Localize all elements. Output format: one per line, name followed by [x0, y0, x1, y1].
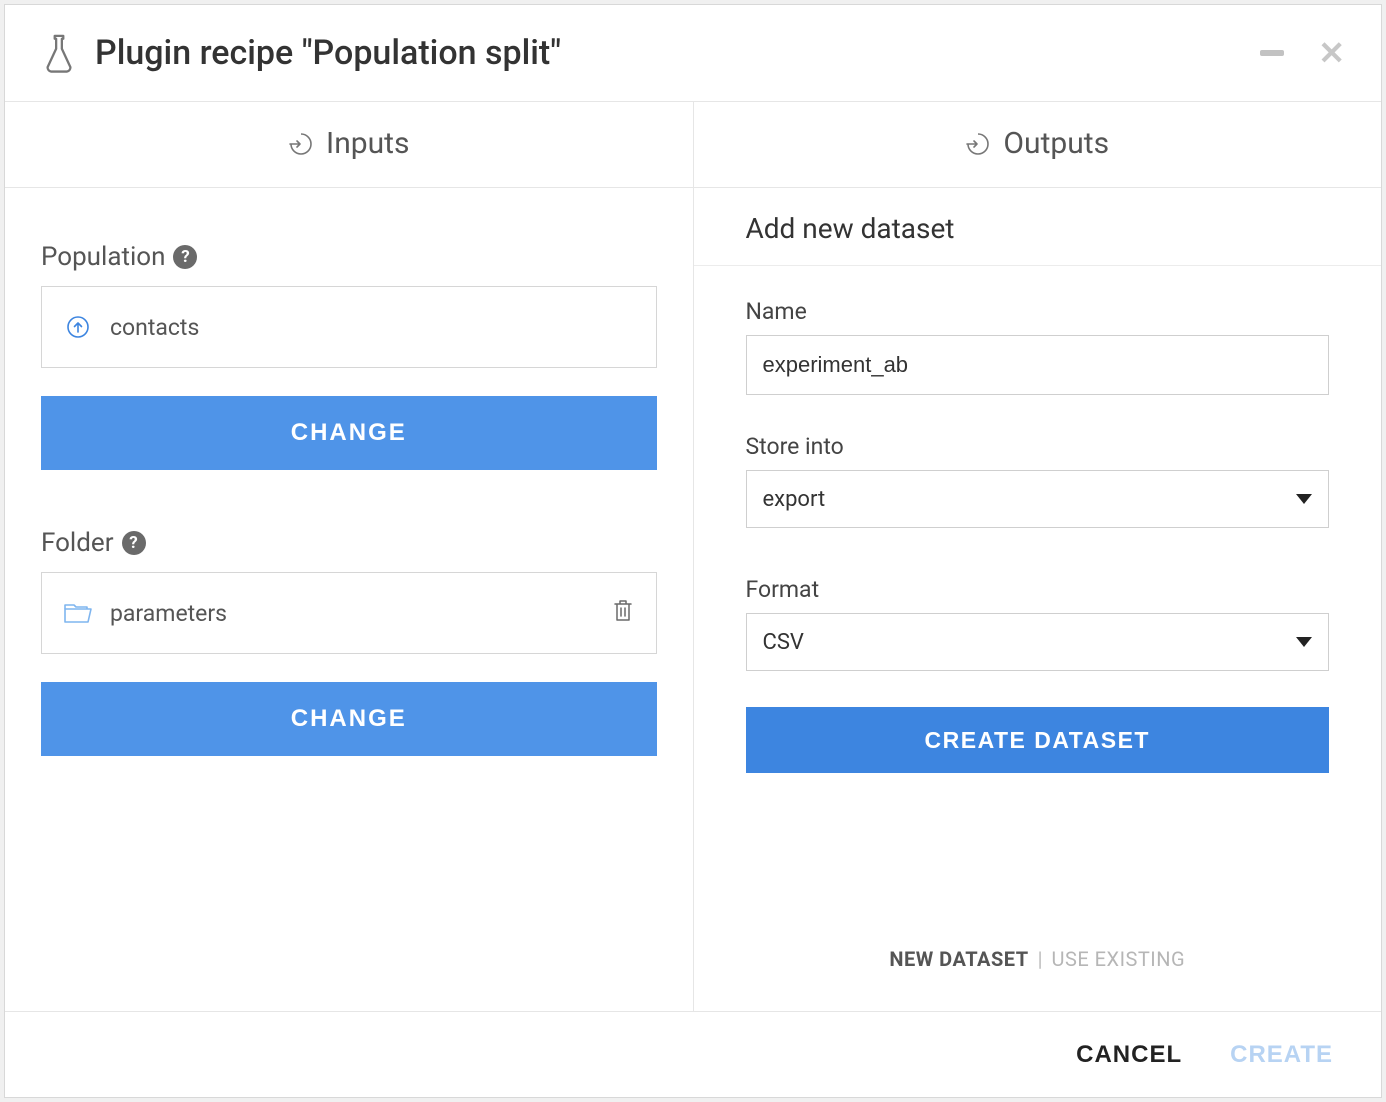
- inputs-arrow-icon: [288, 131, 314, 157]
- population-field-label: Population ?: [41, 242, 657, 272]
- name-input[interactable]: [746, 335, 1330, 395]
- cancel-button[interactable]: CANCEL: [1076, 1041, 1182, 1069]
- outputs-column-header: Outputs: [694, 102, 1382, 188]
- store-into-value: export: [763, 487, 826, 512]
- trash-icon[interactable]: [612, 598, 634, 628]
- create-button[interactable]: CREATE: [1230, 1041, 1333, 1069]
- format-value: CSV: [763, 630, 804, 655]
- outputs-subtitle: Add new dataset: [694, 188, 1382, 266]
- recipe-modal: Plugin recipe "Population split" ✕ Input…: [4, 4, 1382, 1098]
- flask-icon: [41, 33, 77, 73]
- format-select[interactable]: CSV: [746, 613, 1330, 671]
- output-mode-toggle: NEW DATASET | USE EXISTING: [694, 947, 1382, 1011]
- folder-group: Folder ? parameters: [41, 528, 657, 756]
- format-label: Format: [746, 576, 1330, 603]
- inputs-column-header: Inputs: [5, 102, 693, 188]
- population-change-button[interactable]: CHANGE: [41, 396, 657, 470]
- window-controls: ✕: [1260, 37, 1345, 69]
- minimize-button[interactable]: [1260, 50, 1284, 56]
- help-icon[interactable]: ?: [173, 245, 197, 269]
- inputs-label: Inputs: [326, 126, 409, 161]
- outputs-column: Outputs Add new dataset Name Store into …: [694, 102, 1382, 1011]
- folder-label-text: Folder: [41, 528, 114, 558]
- folder-picker[interactable]: parameters: [41, 572, 657, 654]
- create-dataset-button[interactable]: CREATE DATASET: [746, 707, 1330, 773]
- outputs-form: Name Store into export Format: [694, 266, 1382, 783]
- chevron-down-icon: [1296, 494, 1312, 504]
- new-dataset-toggle[interactable]: NEW DATASET: [889, 947, 1028, 971]
- columns-area: Inputs Population ?: [5, 102, 1381, 1011]
- population-label-text: Population: [41, 242, 165, 272]
- folder-value: parameters: [110, 600, 594, 627]
- modal-title: Plugin recipe "Population split": [95, 33, 1260, 73]
- name-label: Name: [746, 298, 1330, 325]
- chevron-down-icon: [1296, 637, 1312, 647]
- population-value: contacts: [110, 314, 634, 341]
- toggle-separator: |: [1038, 947, 1043, 971]
- close-button[interactable]: ✕: [1318, 37, 1345, 69]
- population-group: Population ? contacts CHANGE: [41, 242, 657, 470]
- use-existing-toggle[interactable]: USE EXISTING: [1051, 947, 1185, 971]
- folder-icon: [64, 602, 92, 624]
- help-icon[interactable]: ?: [122, 531, 146, 555]
- outputs-arrow-icon: [965, 131, 991, 157]
- outputs-body: Add new dataset Name Store into export F…: [694, 188, 1382, 1011]
- dataset-icon: [64, 315, 92, 339]
- outputs-label: Outputs: [1003, 126, 1109, 161]
- folder-field-label: Folder ?: [41, 528, 657, 558]
- population-picker[interactable]: contacts: [41, 286, 657, 368]
- modal-footer: CANCEL CREATE: [5, 1011, 1381, 1097]
- inputs-column: Inputs Population ?: [5, 102, 694, 1011]
- modal-header: Plugin recipe "Population split" ✕: [5, 5, 1381, 102]
- inputs-body: Population ? contacts CHANGE: [5, 188, 693, 834]
- folder-change-button[interactable]: CHANGE: [41, 682, 657, 756]
- store-into-label: Store into: [746, 433, 1330, 460]
- store-into-select[interactable]: export: [746, 470, 1330, 528]
